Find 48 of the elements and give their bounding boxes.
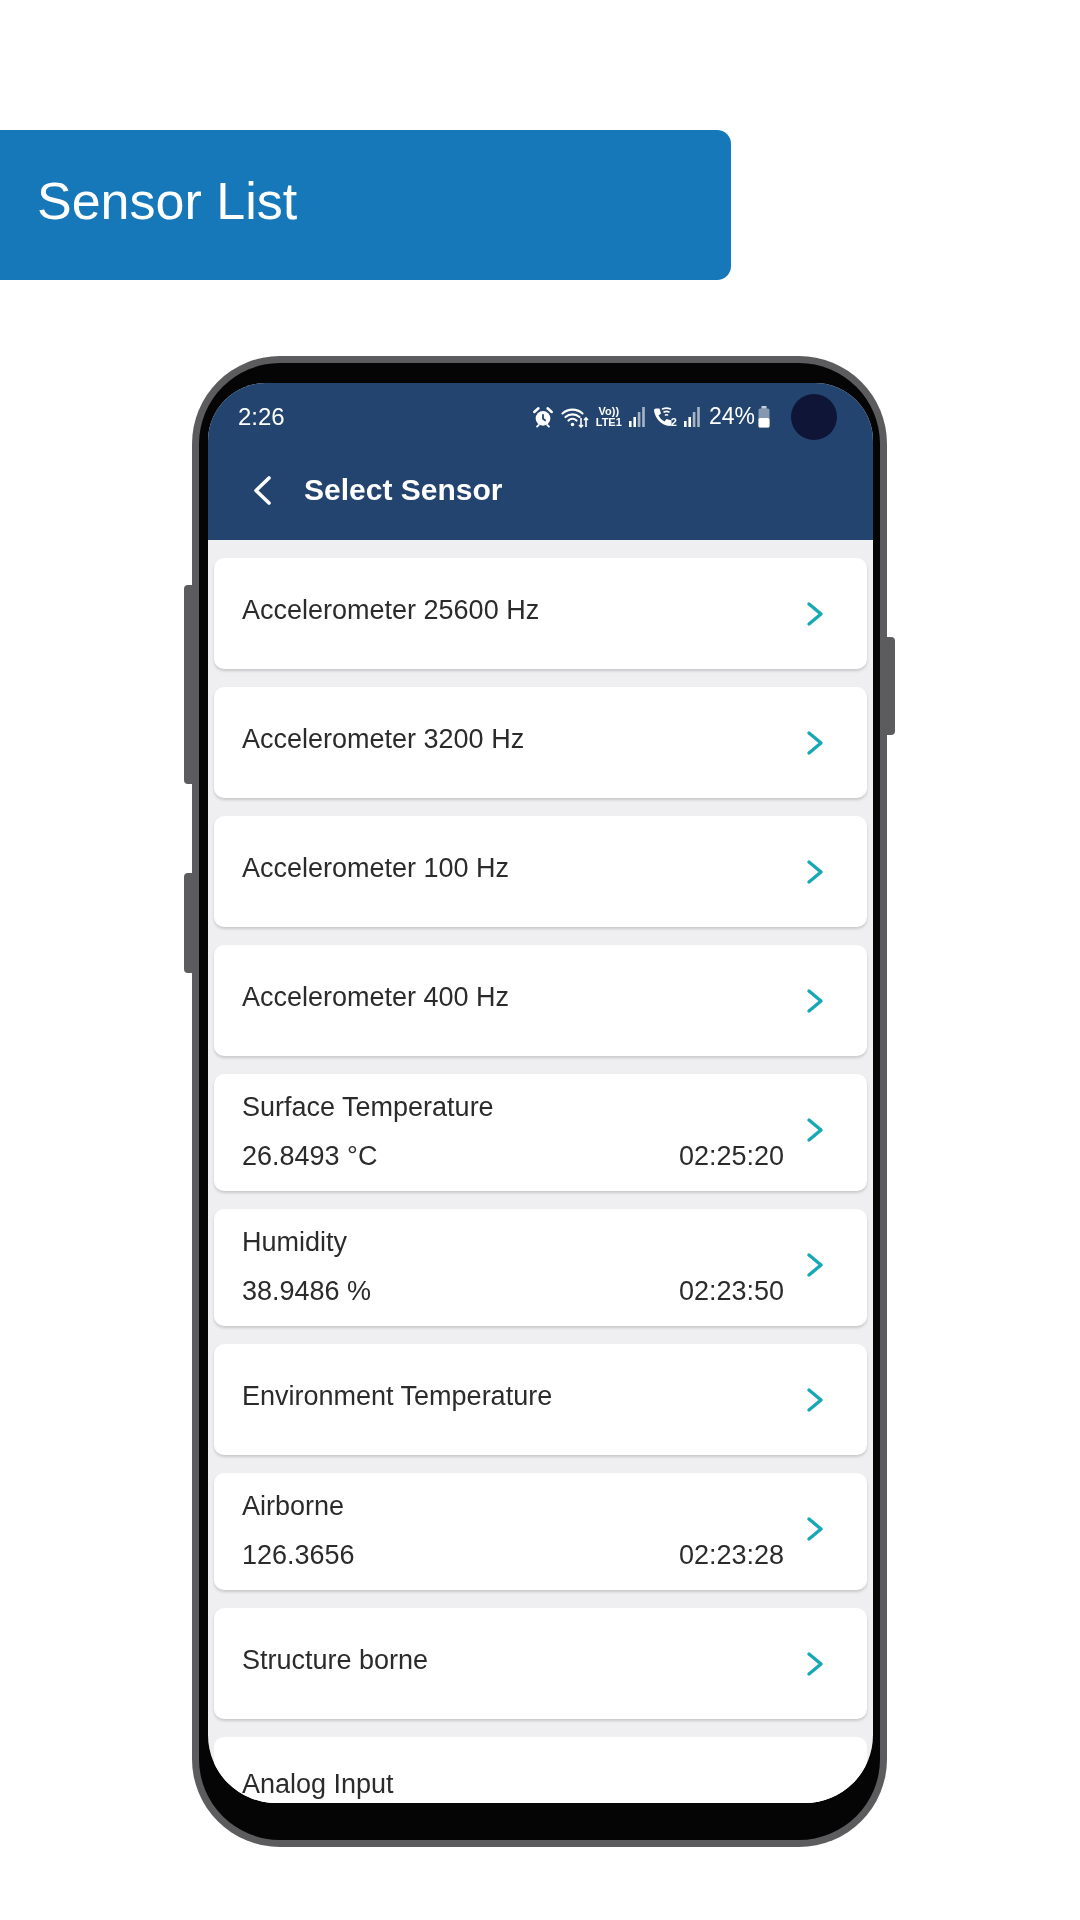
- reading-time: 02:23:28: [678, 1539, 784, 1571]
- chevron-right-icon: [806, 1650, 824, 1677]
- sensor-card[interactable]: Surface Temperature 26.8493 °C 02:25:20: [214, 1074, 867, 1191]
- sensor-card[interactable]: Environment Temperature: [214, 1344, 867, 1455]
- chevron-right-icon: [806, 1386, 824, 1413]
- reading-time: 02:23:50: [678, 1275, 784, 1307]
- alarm-clock-icon: [531, 405, 554, 428]
- chevron-right-icon: [806, 987, 824, 1014]
- sensor-name: Accelerometer 400 Hz: [242, 980, 511, 1013]
- sensor-card[interactable]: Airborne 126.3656 02:23:28: [214, 1473, 867, 1590]
- sensor-name: Environment Temperature: [242, 1379, 554, 1412]
- chevron-right-icon: [806, 1251, 824, 1278]
- sensor-card[interactable]: Accelerometer 100 Hz: [214, 816, 867, 927]
- front-camera-icon: [791, 393, 837, 440]
- sensor-name: Analog Input: [242, 1768, 394, 1800]
- sensor-reading: 126.3656: [242, 1539, 355, 1571]
- chevron-right-icon: [806, 729, 824, 756]
- sensor-reading: 26.8493 °C: [242, 1140, 378, 1172]
- reading-time: 02:25:20: [678, 1140, 784, 1172]
- network-type-label: Vo)): [598, 405, 620, 417]
- sensor-name: Airborne: [242, 1490, 346, 1522]
- back-icon[interactable]: [252, 474, 272, 506]
- sensor-name: Accelerometer 100 Hz: [242, 851, 511, 884]
- sensor-name: Surface Temperature: [242, 1091, 495, 1123]
- status-time: 2:26: [238, 404, 285, 429]
- sensor-name: Accelerometer 25600 Hz: [242, 593, 541, 626]
- sensor-card[interactable]: Structure borne: [214, 1608, 867, 1719]
- banner-title: Sensor List: [37, 175, 298, 232]
- sim-number: 2: [670, 416, 677, 428]
- sensor-card[interactable]: Humidity 38.9486 % 02:23:50: [214, 1209, 867, 1326]
- chevron-right-icon: [806, 858, 824, 885]
- sensor-name: Humidity: [242, 1226, 349, 1258]
- sensor-card[interactable]: Analog Input: [214, 1737, 867, 1803]
- network-type-label: LTE1: [595, 416, 622, 428]
- screen-title: Select Sensor: [304, 475, 503, 505]
- chevron-right-icon: [806, 600, 824, 627]
- battery-percentage: 24%: [708, 405, 755, 428]
- sensor-card[interactable]: Accelerometer 3200 Hz: [214, 687, 867, 798]
- signal-icon: [683, 406, 700, 427]
- battery-icon: [758, 405, 770, 428]
- signal-icon: [628, 406, 645, 427]
- sensor-name: Structure borne: [242, 1643, 430, 1676]
- sensor-reading: 38.9486 %: [242, 1275, 372, 1307]
- sensor-card[interactable]: Accelerometer 400 Hz: [214, 945, 867, 1056]
- sensor-card[interactable]: Accelerometer 25600 Hz: [214, 558, 867, 669]
- chevron-right-icon: [806, 1515, 824, 1542]
- sensor-name: Accelerometer 3200 Hz: [242, 722, 526, 755]
- chevron-right-icon: [806, 1116, 824, 1143]
